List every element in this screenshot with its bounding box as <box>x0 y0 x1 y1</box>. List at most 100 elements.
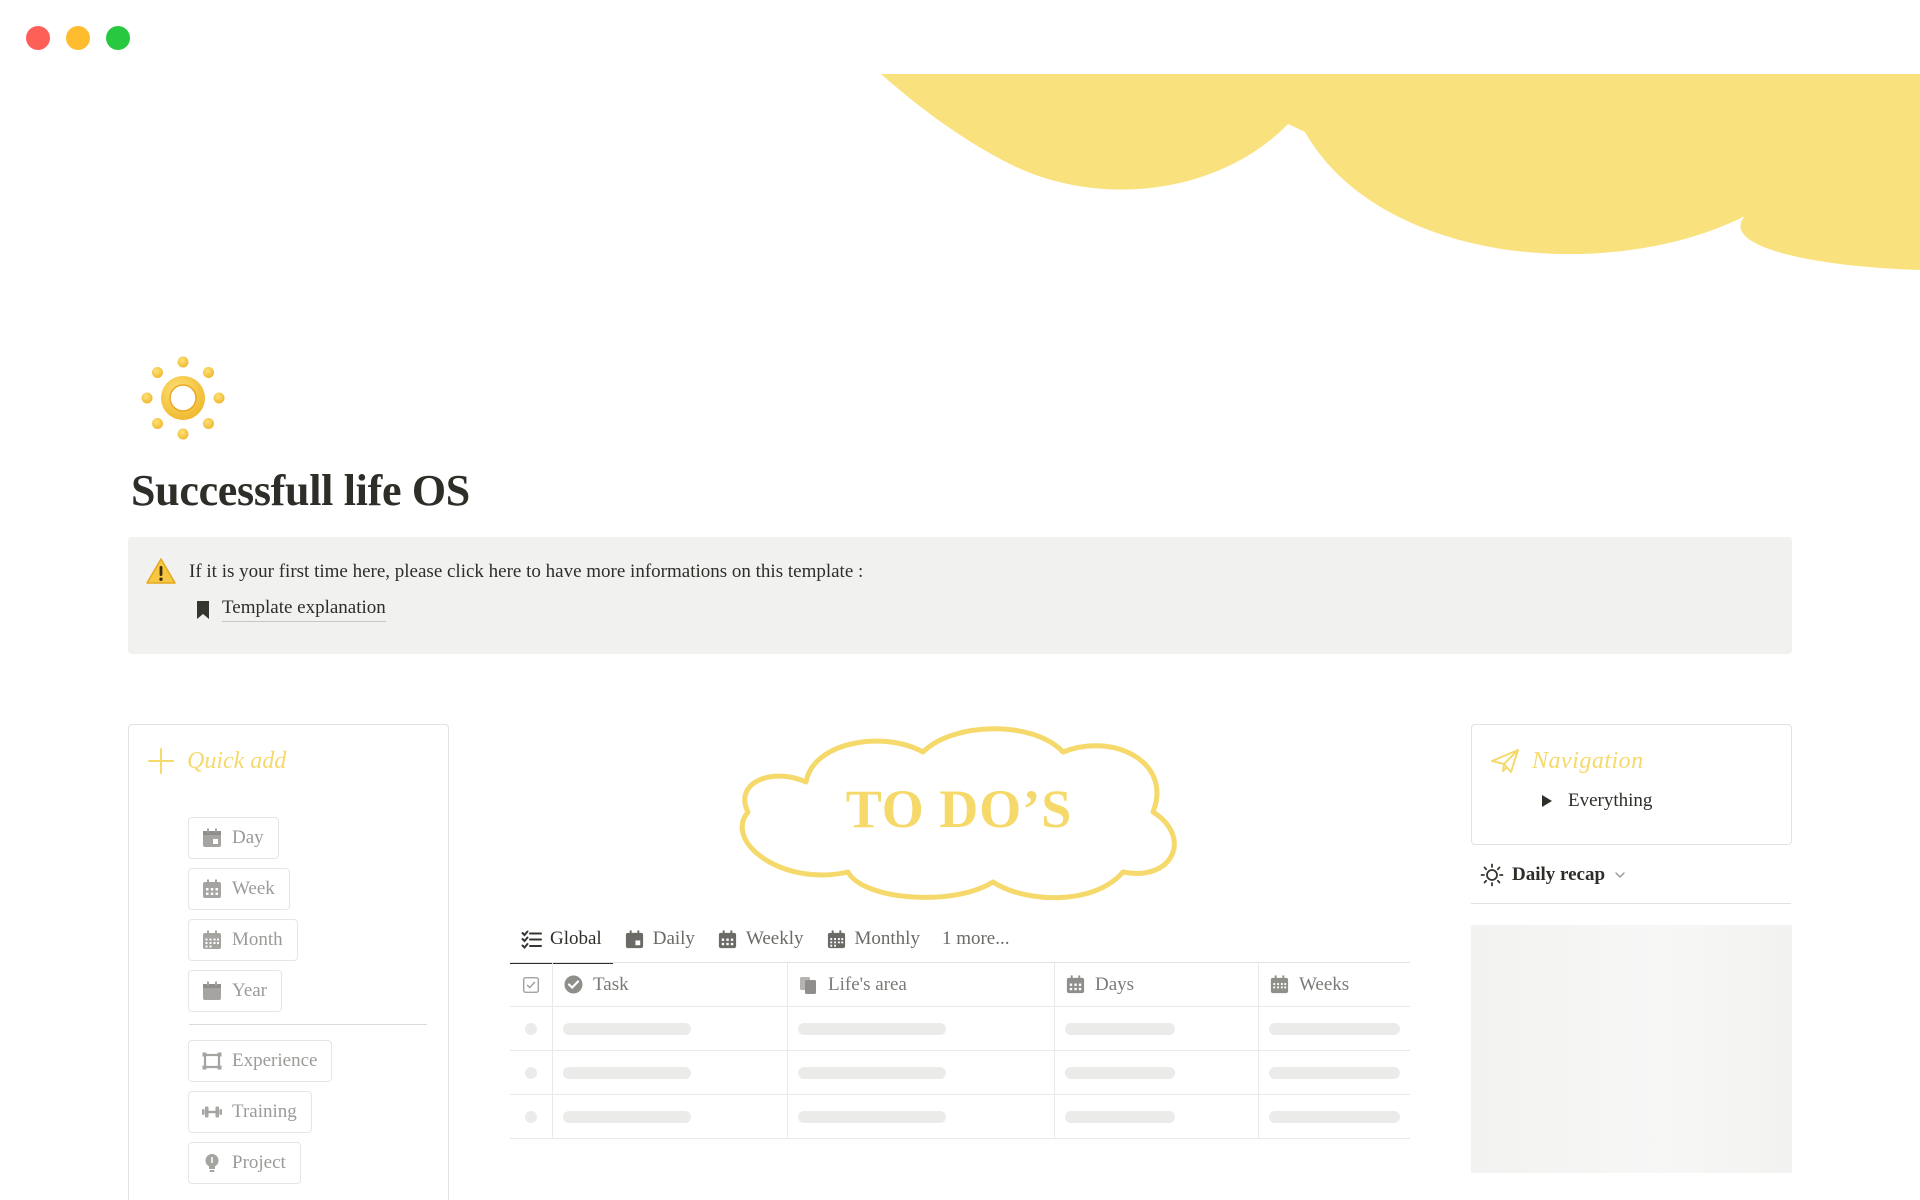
daily-recap-divider <box>1471 903 1791 904</box>
cover-image <box>881 74 1920 270</box>
page-title: Successfull life OS <box>131 466 470 515</box>
quick-add-month-button[interactable]: Month <box>188 919 298 961</box>
column-task-label: Task <box>593 973 629 995</box>
loading-placeholder <box>563 1066 691 1079</box>
template-explanation-label[interactable]: Template explanation <box>222 597 386 622</box>
quick-add-month-label: Month <box>232 929 283 950</box>
zoom-window-button[interactable] <box>106 26 130 50</box>
quick-add-year-label: Year <box>232 980 268 1001</box>
dumbbell-icon <box>202 1106 222 1118</box>
quick-add-project-button[interactable]: Project <box>188 1142 301 1184</box>
quick-add-week-button[interactable]: Week <box>188 868 290 910</box>
bookmark-icon <box>197 600 209 619</box>
table-cell[interactable] <box>553 1007 788 1050</box>
calendar-month-icon <box>827 929 845 948</box>
todo-view-tabs: Global Daily Weekly Monthly 1 more... <box>510 917 1021 964</box>
loading-placeholder <box>1065 1022 1175 1035</box>
quick-add-experience-label: Experience <box>232 1050 318 1071</box>
tab-daily[interactable]: Daily <box>613 917 706 961</box>
calendar-icon <box>625 929 643 948</box>
tab-monthly-label: Monthly <box>854 928 920 949</box>
frame-icon <box>202 1052 222 1070</box>
quick-add-experience-button[interactable]: Experience <box>188 1040 333 1082</box>
tab-monthly[interactable]: Monthly <box>815 917 931 961</box>
column-header-task[interactable]: Task <box>553 963 788 1006</box>
loading-placeholder <box>798 1110 946 1123</box>
calendar-grid-icon <box>203 879 221 898</box>
callout-message: If it is your first time here, please cl… <box>189 561 864 582</box>
quick-add-header: Quick add <box>147 747 286 775</box>
lightbulb-icon <box>205 1154 219 1172</box>
table-cell[interactable] <box>788 1095 1055 1138</box>
table-cell[interactable] <box>1055 1095 1259 1138</box>
calendar-month-icon <box>203 930 221 949</box>
minimize-window-button[interactable] <box>66 26 90 50</box>
table-row[interactable] <box>510 1095 1410 1139</box>
loading-placeholder <box>563 1110 691 1123</box>
toggle-everything-label: Everything <box>1568 790 1653 811</box>
quick-add-day-label: Day <box>232 827 264 848</box>
navigation-title: Navigation <box>1532 747 1644 774</box>
tab-daily-label: Daily <box>652 928 695 949</box>
row-checkbox[interactable] <box>510 1051 553 1094</box>
table-row[interactable] <box>510 1051 1410 1095</box>
table-cell[interactable] <box>788 1007 1055 1050</box>
quick-add-year-button[interactable]: Year <box>188 970 283 1012</box>
sun-outline-icon <box>1480 863 1504 887</box>
quick-add-training-button[interactable]: Training <box>188 1091 312 1133</box>
table-cell[interactable] <box>553 1051 788 1094</box>
template-explanation-link[interactable]: Template explanation <box>196 597 386 622</box>
table-cell[interactable] <box>553 1095 788 1138</box>
loading-placeholder <box>798 1022 946 1035</box>
window-controls <box>26 26 130 50</box>
row-checkbox[interactable] <box>510 1007 553 1050</box>
loading-placeholder <box>1269 1110 1400 1123</box>
loading-placeholder <box>1269 1022 1400 1035</box>
daily-recap-view-selector[interactable]: Daily recap <box>1480 863 1627 887</box>
loading-placeholder <box>525 1110 537 1123</box>
calendar-icon <box>203 828 221 847</box>
table-cell[interactable] <box>1055 1051 1259 1094</box>
table-cell[interactable] <box>1259 1007 1410 1050</box>
quick-add-title: Quick add <box>187 747 287 774</box>
loading-placeholder <box>525 1066 537 1079</box>
column-header-lifes-area[interactable]: Life's area <box>788 963 1055 1006</box>
more-views-button[interactable]: 1 more... <box>931 928 1021 950</box>
plus-icon <box>148 748 174 774</box>
table-cell[interactable] <box>1055 1007 1259 1050</box>
checkbox-icon <box>523 976 539 993</box>
select-all-checkbox[interactable] <box>510 963 553 1006</box>
quick-add-week-label: Week <box>232 878 275 899</box>
navigation-panel: Navigation Everything <box>1471 724 1792 845</box>
table-cell[interactable] <box>1259 1095 1410 1138</box>
loading-placeholder <box>525 1022 537 1035</box>
table-header-row: Task Life's area Days Weeks <box>510 963 1410 1007</box>
todo-table: Task Life's area Days Weeks <box>510 962 1410 1139</box>
loading-placeholder <box>1269 1066 1400 1079</box>
tab-weekly-label: Weekly <box>745 928 804 949</box>
column-header-days[interactable]: Days <box>1055 963 1259 1006</box>
quick-add-project-label: Project <box>232 1152 286 1173</box>
column-lifes-area-label: Life's area <box>828 973 907 995</box>
toggle-triangle-icon[interactable] <box>1542 795 1552 807</box>
calendar-grid-icon <box>1066 975 1085 994</box>
daily-recap-placeholder <box>1471 925 1792 1173</box>
close-window-button[interactable] <box>26 26 50 50</box>
column-header-weeks[interactable]: Weeks <box>1259 963 1410 1006</box>
toggle-everything[interactable]: Everything <box>1542 790 1652 812</box>
info-callout: If it is your first time here, please cl… <box>128 537 1792 654</box>
calendar-grid-icon <box>1270 975 1289 994</box>
calendar-grid-icon <box>718 929 737 948</box>
tab-global[interactable]: Global <box>510 917 613 964</box>
check-badge-icon <box>564 975 583 994</box>
tab-weekly[interactable]: Weekly <box>706 917 815 961</box>
warning-icon <box>146 558 176 584</box>
files-icon <box>800 977 816 994</box>
loading-placeholder <box>563 1022 691 1035</box>
table-row[interactable] <box>510 1007 1410 1051</box>
row-checkbox[interactable] <box>510 1095 553 1138</box>
quick-add-day-button[interactable]: Day <box>188 817 279 859</box>
sun-icon[interactable] <box>140 355 226 441</box>
table-cell[interactable] <box>1259 1051 1410 1094</box>
table-cell[interactable] <box>788 1051 1055 1094</box>
